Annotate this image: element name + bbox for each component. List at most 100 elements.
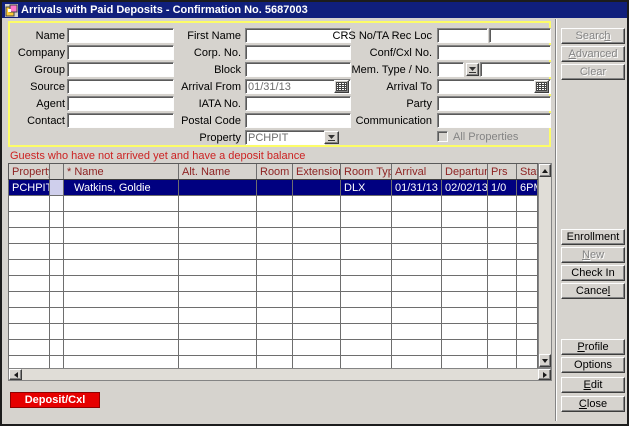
arrival-from-label: Arrival From [148, 81, 241, 93]
scroll-right-button[interactable] [538, 369, 551, 380]
empty-row [8, 228, 538, 244]
empty-row [8, 212, 538, 228]
cell-name: Watkins, Goldie [64, 180, 179, 195]
scroll-down-button[interactable] [539, 354, 551, 367]
dropdown-arrow-icon [327, 134, 336, 142]
mem-type-lov-button[interactable] [466, 63, 479, 76]
grid-header-row: Property * Name Alt. Name Room Extension… [8, 163, 538, 180]
scroll-up-button[interactable] [539, 164, 551, 177]
results-grid: Property * Name Alt. Name Room Extension… [8, 163, 552, 368]
title-bar: Arrivals with Paid Deposits - Confirmati… [2, 2, 627, 18]
arrivals-window: Arrivals with Paid Deposits - Confirmati… [0, 0, 629, 426]
profile-button[interactable]: Profile [561, 339, 625, 355]
mem-type-input[interactable] [437, 62, 464, 77]
arrival-to-label: Arrival To [330, 81, 432, 93]
cell-room [257, 180, 293, 195]
enrollment-button[interactable]: Enrollment [561, 229, 625, 245]
cell-room-type: DLX [341, 180, 392, 195]
empty-row [8, 356, 538, 368]
mem-no-input[interactable] [480, 62, 551, 77]
empty-row [8, 276, 538, 292]
communication-input[interactable] [437, 113, 551, 128]
empty-row [8, 340, 538, 356]
communication-label: Communication [330, 115, 432, 127]
results-caption: Guests who have not arrived yet and have… [10, 150, 305, 162]
close-button[interactable]: Close [561, 396, 625, 412]
grid-body: PCHPIT Watkins, Goldie DLX 01/31/13 02/0… [8, 180, 538, 368]
scroll-left-button[interactable] [9, 369, 22, 380]
name-label: Name [8, 30, 65, 42]
first-name-label: First Name [148, 30, 241, 42]
agent-label: Agent [8, 98, 65, 110]
corp-no-label: Corp. No. [148, 47, 241, 59]
party-label: Party [330, 98, 432, 110]
cell-alt-name [179, 180, 257, 195]
empty-row [8, 292, 538, 308]
col-header-flag [50, 164, 64, 179]
cell-flag [50, 180, 64, 195]
col-header-departure: Departure [442, 164, 488, 179]
empty-row [8, 196, 538, 212]
empty-row [8, 324, 538, 340]
app-icon [5, 4, 18, 17]
empty-row [8, 260, 538, 276]
window-title: Arrivals with Paid Deposits - Confirmati… [21, 4, 308, 16]
new-button[interactable]: New [561, 247, 625, 263]
scroll-right-icon [543, 372, 547, 378]
horizontal-scrollbar[interactable] [8, 368, 552, 381]
col-header-extension: Extension [293, 164, 341, 179]
iata-no-label: IATA No. [148, 98, 241, 110]
vertical-scrollbar[interactable] [538, 163, 552, 368]
cell-property: PCHPIT [9, 180, 50, 195]
search-button[interactable]: Search [561, 28, 625, 44]
party-input[interactable] [437, 96, 551, 111]
crs-no-input[interactable] [437, 28, 488, 43]
deposit-cxl-lamp[interactable]: Deposit/Cxl [10, 392, 100, 408]
cell-departure: 02/02/13 [442, 180, 488, 195]
col-header-room: Room [257, 164, 293, 179]
col-header-name: * Name [64, 164, 179, 179]
property-dropdown-button[interactable] [324, 131, 339, 144]
crs-no-label: CRS No/TA Rec Loc [330, 30, 432, 42]
col-header-status: Status [517, 164, 538, 179]
conf-cxl-no-input[interactable] [437, 45, 551, 60]
calendar-icon [536, 82, 547, 91]
edit-button[interactable]: Edit [561, 377, 625, 393]
table-row-selected[interactable]: PCHPIT Watkins, Goldie DLX 01/31/13 02/0… [8, 180, 538, 196]
cell-prs: 1/0 [488, 180, 517, 195]
advanced-button[interactable]: Advanced [561, 46, 625, 62]
company-label: Company [8, 47, 65, 59]
options-button[interactable]: Options [561, 357, 625, 373]
mem-type-no-label: Mem. Type / No. [330, 64, 432, 76]
all-properties-label: All Properties [453, 131, 518, 143]
col-header-property: Property [9, 164, 50, 179]
panel-divider [555, 19, 557, 421]
property-label: Property [148, 132, 241, 144]
postal-code-label: Postal Code [148, 115, 241, 127]
property-select[interactable] [245, 130, 325, 145]
col-header-alt-name: Alt. Name [179, 164, 257, 179]
ta-rec-loc-input[interactable] [489, 28, 551, 43]
cell-arrival: 01/31/13 [392, 180, 442, 195]
col-header-prs: Prs [488, 164, 517, 179]
conf-cxl-no-label: Conf/Cxl No. [330, 47, 432, 59]
block-label: Block [148, 64, 241, 76]
cancel-button[interactable]: Cancel [561, 283, 625, 299]
col-header-arrival: Arrival [392, 164, 442, 179]
cell-extension [293, 180, 341, 195]
lov-arrow-icon [468, 66, 477, 74]
scroll-left-icon [14, 372, 18, 378]
arrival-to-calendar-button[interactable] [534, 80, 549, 93]
contact-label: Contact [8, 115, 65, 127]
group-label: Group [8, 64, 65, 76]
scroll-up-icon [542, 169, 548, 173]
source-label: Source [8, 81, 65, 93]
check-in-button[interactable]: Check In [561, 265, 625, 281]
col-header-room-type: Room Type [341, 164, 392, 179]
cell-status: 6PM [517, 180, 538, 195]
clear-button[interactable]: Clear [561, 64, 625, 80]
all-properties-checkbox[interactable] [437, 131, 448, 142]
empty-row [8, 308, 538, 324]
empty-row [8, 244, 538, 260]
scroll-down-icon [542, 359, 548, 363]
